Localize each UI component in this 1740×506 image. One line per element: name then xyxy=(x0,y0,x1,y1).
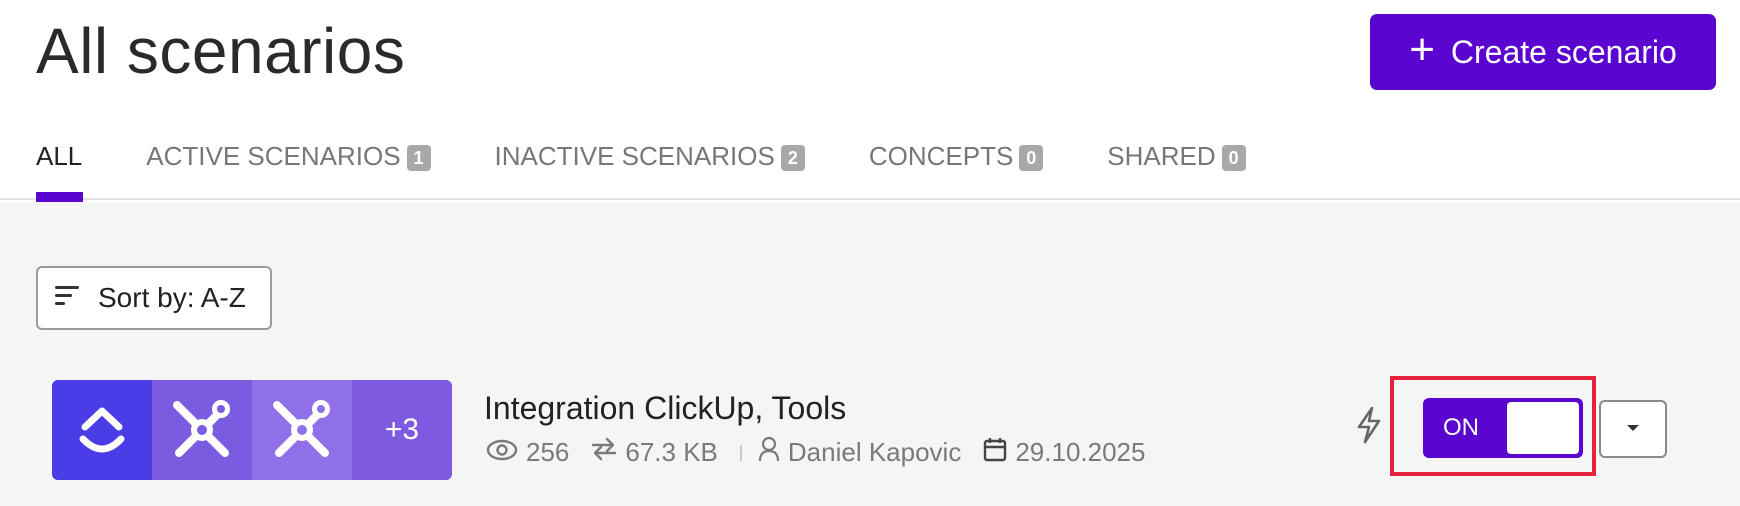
plus-icon: + xyxy=(1409,25,1435,74)
sort-lines-icon xyxy=(54,283,82,314)
tab-shared[interactable]: SHARED 0 xyxy=(1107,136,1246,176)
clickup-icon xyxy=(52,380,152,480)
scenario-list-area: Sort by: A-Z +3 Integration ClickUp, Too… xyxy=(0,202,1740,506)
active-tab-indicator xyxy=(36,192,83,202)
count-badge: 1 xyxy=(406,145,431,171)
scenario-options-button[interactable] xyxy=(1599,400,1667,458)
page-header: All scenarios + Create scenario ALL ACTI… xyxy=(0,0,1740,202)
create-scenario-button[interactable]: + Create scenario xyxy=(1370,14,1716,90)
date-stat: 29.10.2025 xyxy=(983,436,1145,469)
user-icon xyxy=(758,436,780,469)
eye-icon xyxy=(486,437,518,468)
toggle-knob xyxy=(1507,402,1579,454)
page-title: All scenarios xyxy=(36,15,406,87)
scenario-name[interactable]: Integration ClickUp, Tools xyxy=(484,390,846,427)
tab-inactive-scenarios[interactable]: INACTIVE SCENARIOS 2 xyxy=(495,136,805,176)
create-scenario-label: Create scenario xyxy=(1450,33,1677,70)
meta-divider xyxy=(739,444,742,461)
scenarios-page: All scenarios + Create scenario ALL ACTI… xyxy=(0,0,1740,506)
tab-label: ACTIVE SCENARIOS xyxy=(146,140,401,171)
scenario-row[interactable]: +3 Integration ClickUp, Tools 256 67.3 K… xyxy=(0,376,1740,506)
tab-active-scenarios[interactable]: ACTIVE SCENARIOS 1 xyxy=(146,136,431,176)
toggle-label: ON xyxy=(1443,414,1479,441)
tab-label: INACTIVE SCENARIOS xyxy=(494,140,775,171)
sort-button[interactable]: Sort by: A-Z xyxy=(36,266,272,330)
more-apps-count: +3 xyxy=(352,380,452,480)
data-transfer-stat: 67.3 KB xyxy=(591,437,718,468)
operations-value: 256 xyxy=(526,437,570,467)
tools-icon xyxy=(152,380,252,480)
app-icons-strip: +3 xyxy=(52,380,452,480)
tools-icon xyxy=(252,380,352,480)
owner-name: Daniel Kapovic xyxy=(787,437,962,467)
caret-down-icon xyxy=(1625,420,1641,438)
sort-label: Sort by: A-Z xyxy=(98,282,246,313)
count-badge: 0 xyxy=(1019,145,1044,171)
scenario-date: 29.10.2025 xyxy=(1015,437,1146,467)
scenario-tabs: ALL ACTIVE SCENARIOS 1 INACTIVE SCENARIO… xyxy=(36,136,1246,176)
calendar-icon xyxy=(983,436,1007,469)
tab-label: ALL xyxy=(36,140,83,171)
operations-stat: 256 xyxy=(486,437,569,468)
data-transfer-value: 67.3 KB xyxy=(625,437,718,467)
tab-label: CONCEPTS xyxy=(868,140,1014,171)
tab-concepts[interactable]: CONCEPTS 0 xyxy=(868,136,1044,176)
scenario-on-off-toggle[interactable]: ON xyxy=(1423,398,1583,458)
owner-stat: Daniel Kapovic xyxy=(758,436,961,469)
tab-label: SHARED xyxy=(1107,140,1216,171)
scenario-meta: 256 67.3 KB Daniel Kapovic 29.10.2025 xyxy=(486,436,1167,469)
count-badge: 0 xyxy=(1221,145,1246,171)
instant-trigger-icon xyxy=(1354,406,1384,449)
count-badge: 2 xyxy=(780,145,805,171)
transfer-arrows-icon xyxy=(591,437,617,468)
tab-all[interactable]: ALL xyxy=(36,136,82,176)
